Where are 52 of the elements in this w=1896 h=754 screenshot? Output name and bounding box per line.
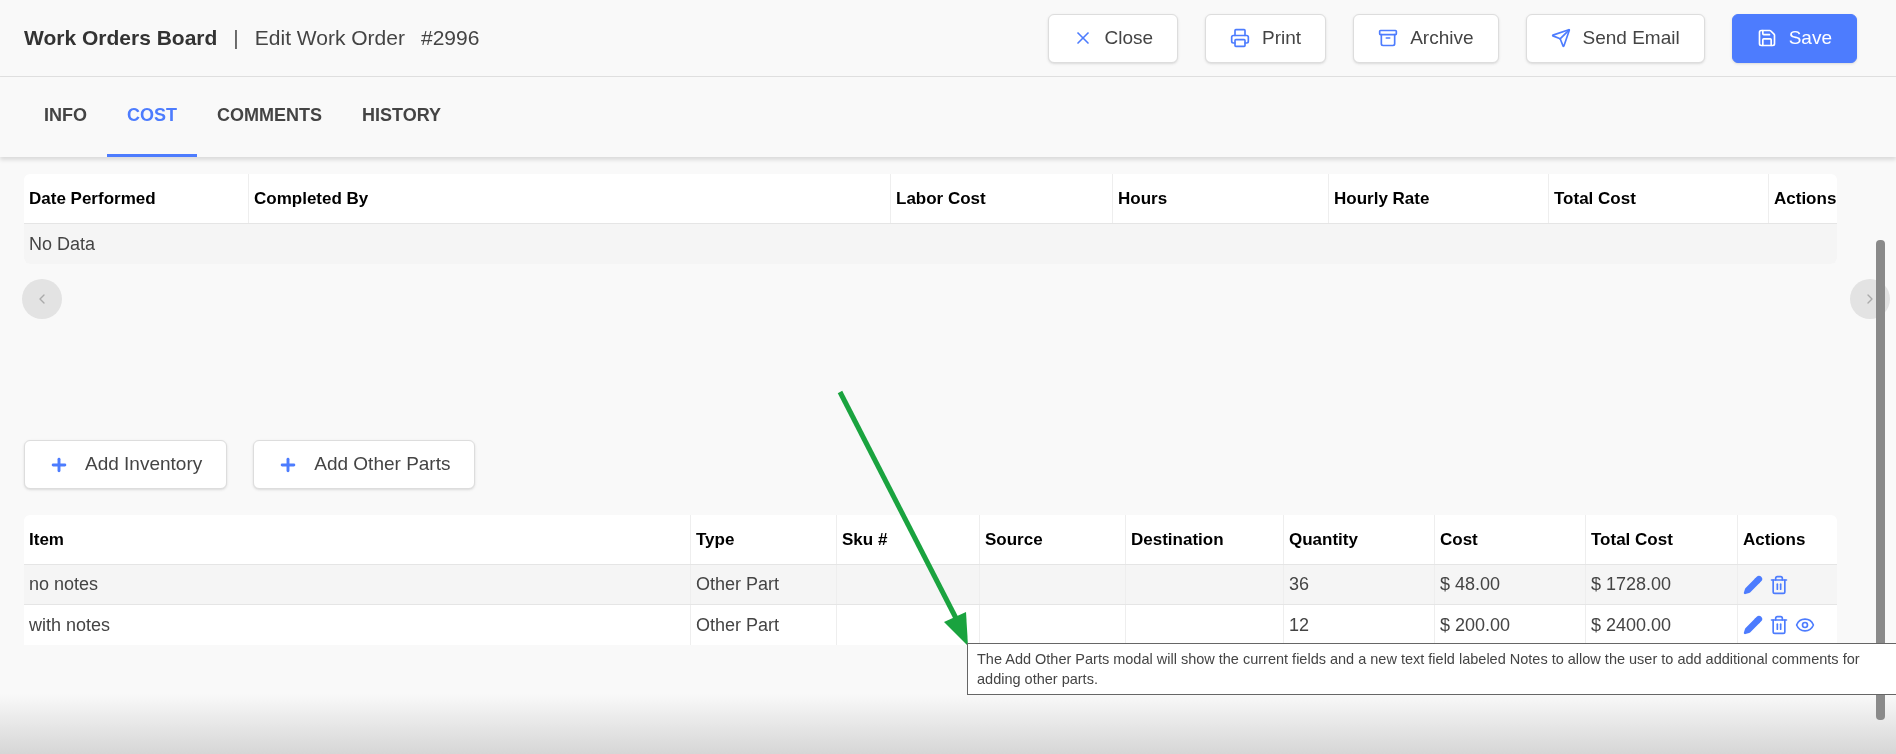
- work-order-number: #2996: [420, 25, 480, 52]
- column-header: Hourly Rate: [1328, 174, 1548, 223]
- empty-message: No Data: [29, 232, 96, 256]
- table-cell-text: with notes: [29, 613, 111, 637]
- tab[interactable]: COST: [107, 77, 197, 157]
- archive-button[interactable]: Archive: [1353, 13, 1499, 63]
- tab[interactable]: COMMENTS: [197, 77, 342, 157]
- table-cell-text: $ 48.00: [1440, 573, 1501, 596]
- column-header: Actions: [1768, 174, 1837, 223]
- column-header: Completed By: [248, 174, 890, 223]
- close-button[interactable]: Close: [1047, 13, 1179, 63]
- title-separator: |: [233, 25, 239, 52]
- column-header: Type: [690, 515, 836, 564]
- column-header: Actions: [1737, 515, 1837, 564]
- table-cell-text: 12: [1289, 613, 1310, 637]
- add-button[interactable]: Add Inventory: [24, 440, 228, 489]
- add-button[interactable]: Add Other Parts: [253, 440, 476, 489]
- page-title: Work Orders Board: [24, 25, 218, 52]
- email-icon: [1550, 28, 1571, 48]
- column-header: Total Cost: [1548, 174, 1768, 223]
- column-header: Sku #: [836, 515, 979, 564]
- table-cell-text: no notes: [29, 573, 99, 596]
- save-icon: [1756, 28, 1777, 48]
- column-header: Total Cost: [1585, 515, 1737, 564]
- column-header: Item: [28, 528, 65, 551]
- table-cell-text: Other Part: [696, 573, 780, 596]
- column-header: Hours: [1112, 174, 1328, 223]
- column-header: Destination: [1125, 515, 1283, 564]
- email-button[interactable]: Send Email: [1525, 13, 1705, 63]
- trash-icon[interactable]: [1769, 615, 1789, 635]
- table-cell-text: 36: [1289, 573, 1310, 596]
- table-cell-text: $ 2400.00: [1591, 613, 1672, 637]
- page-subtitle: Edit Work Order: [254, 25, 405, 52]
- save-button[interactable]: Save: [1731, 13, 1857, 63]
- table-cell-text: $ 200.00: [1440, 613, 1511, 637]
- column-header: Date Performed: [28, 187, 157, 210]
- pencil-icon[interactable]: [1743, 574, 1763, 595]
- tab[interactable]: HISTORY: [342, 77, 462, 157]
- tooltip: The Add Other Parts modal will show the current fields and a new text field labeled Notes to allow the user to add additional comments for adding other parts.: [967, 643, 1896, 695]
- column-header: Source: [979, 515, 1125, 564]
- trash-icon[interactable]: [1769, 574, 1789, 595]
- eye-icon[interactable]: [1795, 615, 1815, 635]
- column-header: Labor Cost: [890, 174, 1112, 223]
- print-button[interactable]: Print: [1205, 13, 1327, 63]
- tab[interactable]: INFO: [24, 77, 107, 157]
- column-header: Quantity: [1283, 515, 1434, 564]
- print-icon: [1230, 28, 1251, 48]
- table-cell-text: $ 1728.00: [1591, 573, 1672, 596]
- column-header: Cost: [1434, 515, 1585, 564]
- archive-icon: [1378, 28, 1399, 48]
- table-cell-text: Other Part: [696, 613, 780, 637]
- pencil-icon[interactable]: [1743, 615, 1763, 635]
